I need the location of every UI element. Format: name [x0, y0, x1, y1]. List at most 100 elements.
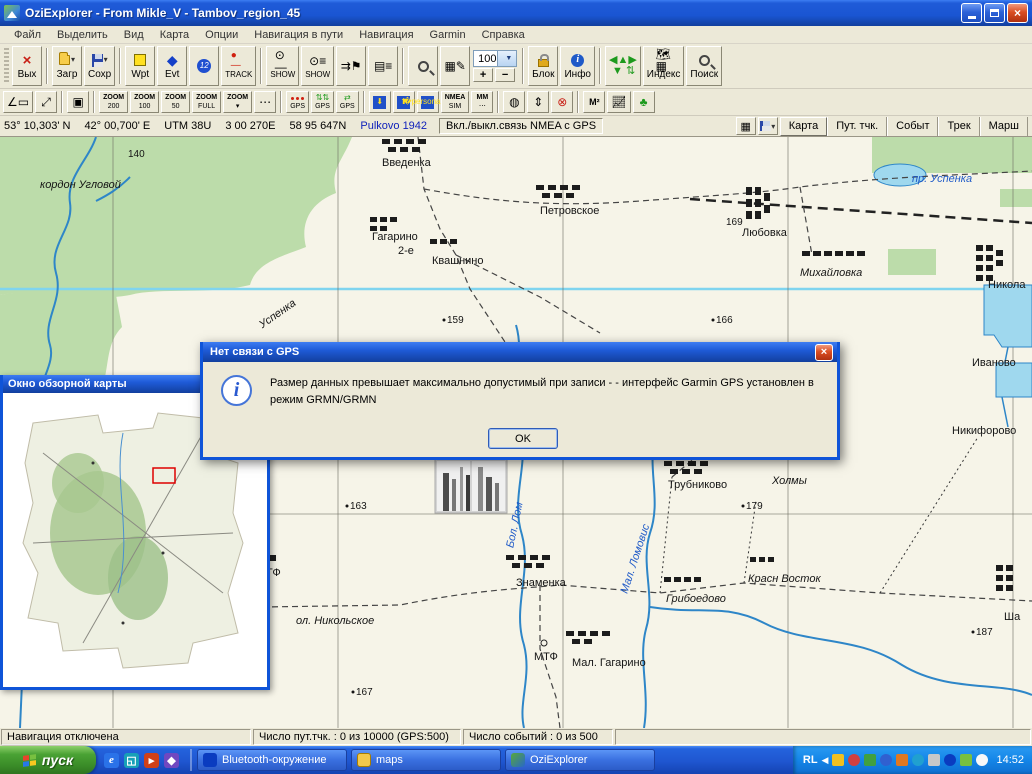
task-button[interactable]: Bluetooth-окружение [197, 749, 347, 771]
map-properties-button[interactable]: ▦✎ [440, 46, 470, 86]
map-label: Мал. Ломовис [619, 523, 653, 595]
panel-tab[interactable]: Карта [780, 117, 827, 136]
zoom-preset-button[interactable]: ZOOM ▾ [223, 91, 252, 113]
menu-item[interactable]: Файл [6, 27, 49, 43]
gps-track-button[interactable]: ⇄ GPS [336, 91, 359, 113]
track-show-button[interactable]: ⊙— SHOW [266, 46, 299, 86]
list-window-button[interactable]: ▤≡ [368, 46, 398, 86]
pan-arrows-button[interactable]: ◀▲▶ ▼ ⇅ [605, 46, 641, 86]
folder-open-icon: ▾ [59, 53, 75, 68]
zoom-preset-button[interactable]: ZOOM 100 [130, 91, 159, 113]
nmea-sim-button[interactable]: NMEA SIM [441, 91, 470, 113]
magnify-button[interactable] [408, 46, 438, 86]
tray-icon-1[interactable] [832, 754, 844, 766]
quicklaunch-app-icon[interactable]: ◆ [164, 753, 179, 768]
zoom-preset-button[interactable]: ZOOM 50 [161, 91, 190, 113]
event-button[interactable]: ◆ Evt [157, 46, 187, 86]
gps-updown-button[interactable]: ⇅⇅ GPS [311, 91, 334, 113]
quicklaunch-media-icon[interactable]: ▸ [144, 753, 159, 768]
dialog-message: Размер данных превышает максимально допу… [270, 375, 819, 409]
restore-button[interactable] [984, 3, 1005, 23]
tray-bluetooth-icon[interactable] [944, 754, 956, 766]
task-button[interactable]: maps [351, 749, 501, 771]
quick-launch: e ◱ ▸ ◆ [96, 753, 187, 768]
zoom-preset-button[interactable]: ZOOM 200 [99, 91, 128, 113]
tray-icon-6[interactable] [912, 754, 924, 766]
menu-item[interactable]: Опции [197, 27, 246, 43]
gps-waypoints-button[interactable]: GPS [286, 91, 309, 113]
map-label: 166 [716, 315, 733, 326]
dialog-title-bar[interactable]: Нет связи с GPS × [203, 342, 837, 362]
zoom-select[interactable]: 100 ▼ [473, 50, 517, 67]
panel-tab[interactable]: Марш [980, 117, 1028, 136]
tray-icon-3[interactable] [864, 754, 876, 766]
minimize-button[interactable] [961, 3, 982, 23]
map-label: Иваново [972, 357, 1016, 369]
disconnect-button[interactable]: ⊗ [551, 91, 573, 113]
panel-tab[interactable]: Трек [938, 117, 979, 136]
menu-item[interactable]: Выделить [49, 27, 116, 43]
info-button[interactable]: i Инфо [560, 46, 595, 86]
save-view-button[interactable]: ▾ [758, 117, 778, 135]
route-editor-button[interactable]: ⇉⚑ [336, 46, 366, 86]
menu-item[interactable]: Навигация в пути [246, 27, 351, 43]
menu-item[interactable]: Навигация [351, 27, 421, 43]
more-button[interactable]: ⋯ [254, 91, 276, 113]
grid-toggle-button[interactable]: ▦ [736, 117, 756, 135]
chevron-left-icon[interactable]: ◀ [822, 755, 829, 766]
mm-button[interactable]: MM ⋯ [471, 91, 493, 113]
profile-button[interactable]: 📈︎ [607, 91, 630, 113]
route-show-button[interactable]: ⊙≡ SHOW [301, 46, 334, 86]
globe-button[interactable]: ◍ [503, 91, 525, 113]
tray-icon-4[interactable] [880, 754, 892, 766]
map-label: Красн Восток [748, 573, 821, 585]
menu-item[interactable]: Справка [474, 27, 533, 43]
tray-icon-9[interactable] [960, 754, 972, 766]
save-button[interactable]: ▾ Сохр [84, 46, 115, 86]
language-indicator[interactable]: RL [803, 754, 818, 766]
waypoint-button[interactable]: Wpt [125, 46, 155, 86]
quicklaunch-desktop-icon[interactable]: ◱ [124, 753, 139, 768]
close-button[interactable]: × [1007, 3, 1028, 23]
task-button[interactable]: OziExplorer [505, 749, 655, 771]
panel-tab[interactable]: Событ [887, 117, 938, 136]
menu-item[interactable]: Garmin [422, 27, 474, 43]
dialog-title: Нет связи с GPS [210, 346, 815, 358]
area-button[interactable]: M² [583, 91, 605, 113]
lock-button[interactable]: Блок [528, 46, 558, 86]
tray-icon-5[interactable] [896, 754, 908, 766]
wpt-down-button[interactable]: ⬇ [369, 91, 391, 113]
search-button[interactable]: Поиск [686, 46, 722, 86]
bearing-button[interactable]: ⤢ [35, 91, 57, 113]
ruler-button[interactable]: ∠▭ [3, 91, 33, 113]
start-button[interactable]: пуск [0, 746, 96, 774]
info-icon: i [570, 53, 586, 68]
taskbar-clock[interactable]: 14:52 [996, 754, 1024, 766]
chevron-down-icon[interactable]: ▼ [497, 51, 517, 66]
panel-tab[interactable]: Пут. тчк. [827, 117, 887, 136]
zoom-out-button[interactable]: − [495, 68, 515, 82]
anchor-button[interactable]: ⇕ [527, 91, 549, 113]
chart-icon: 📈︎ [611, 96, 626, 108]
map-label: Петровское [540, 205, 599, 217]
dialog-close-button[interactable]: × [815, 344, 833, 361]
evt-down-button[interactable]: �personallyv [417, 91, 439, 113]
track-button[interactable]: ●— TRACK [221, 46, 256, 86]
dialog-ok-button[interactable]: OK [488, 428, 558, 449]
mappoint-button[interactable]: 12 [189, 46, 219, 86]
index-button[interactable]: 🗺︎▦ Индекс [643, 46, 685, 86]
zoom-in-button[interactable]: + [473, 68, 493, 82]
menu-item[interactable]: Карта [152, 27, 197, 43]
tray-icon-2[interactable] [848, 754, 860, 766]
pages-button[interactable]: ▣ [67, 91, 89, 113]
tray-icon-7[interactable] [928, 754, 940, 766]
nmea-toggle-hint[interactable]: Вкл./выкл.связь NMEA с GPS [439, 118, 603, 134]
tray-icon-10[interactable] [976, 754, 988, 766]
menu-item[interactable]: Вид [116, 27, 152, 43]
exit-button[interactable]: × Вых [12, 46, 42, 86]
zoom-preset-button[interactable]: ZOOM FULL [192, 91, 221, 113]
load-button[interactable]: ▾ Загр [52, 46, 82, 86]
terrain-button[interactable]: ♣ [633, 91, 655, 113]
quicklaunch-browser-icon[interactable]: e [104, 753, 119, 768]
toolbar-grip[interactable] [4, 48, 9, 84]
